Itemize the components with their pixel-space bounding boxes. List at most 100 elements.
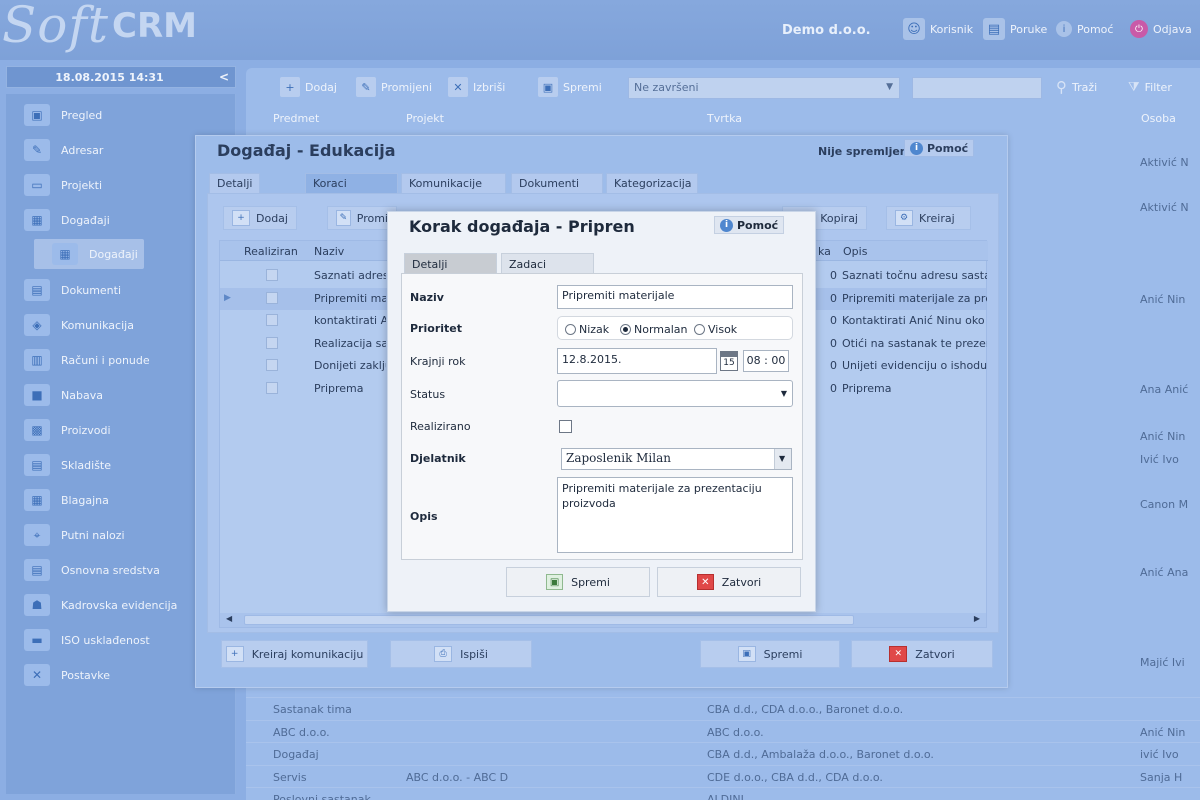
tab-step-detalji[interactable]: Detalji [404, 253, 497, 274]
messages-icon: ▤ [983, 18, 1005, 40]
tab-komunikacije[interactable]: Komunikacije [401, 173, 506, 193]
sidebar-item-4[interactable]: ▦ Događaji [34, 239, 144, 269]
add-button-label: Dodaj [305, 80, 337, 94]
status-filter-select[interactable]: Ne završeni ▼ [628, 77, 900, 99]
scroll-left-icon[interactable]: ◀ [226, 614, 232, 623]
realiziran-checkbox[interactable] [266, 269, 278, 281]
events-table-header: Predmet Projekt Tvrtka Osoba [246, 108, 1200, 128]
tab-detalji[interactable]: Detalji [209, 173, 261, 193]
sidebar-item-label: Adresar [61, 143, 104, 157]
step-close-button[interactable]: ✕ Zatvori [657, 567, 801, 597]
sidebar-item-icon: ▦ [24, 489, 50, 511]
help-button-label: Pomoć [1077, 22, 1114, 36]
cell-naziv: Pripremiti mat [314, 291, 386, 305]
naziv-label: Naziv [410, 291, 444, 304]
scrollbar-thumb[interactable] [244, 615, 854, 625]
datetime-bar: 18.08.2015 14:31 < [6, 66, 236, 88]
realiziran-checkbox[interactable] [266, 291, 278, 304]
realiziran-checkbox[interactable] [266, 336, 278, 349]
krajnji-rok-label: Krajnji rok [410, 355, 466, 368]
sidebar-item-0[interactable]: ▣ Pregled [6, 100, 236, 130]
table-row[interactable]: Servis ABC d.o.o. - ABC D CDE d.o.o., CBA … [246, 764, 1200, 787]
create-communication-label: Kreiraj komunikaciju [251, 647, 364, 661]
user-button[interactable]: ☺ Korisnik [903, 14, 973, 44]
realiziran-checkbox[interactable] [266, 381, 278, 394]
sidebar-item-label: Događaji [89, 247, 138, 261]
event-dialog-title: Događaj - Edukacija [217, 141, 396, 160]
naziv-input[interactable]: Pripremiti materijale [557, 285, 793, 309]
close-icon: ✕ [889, 646, 908, 662]
deadline-time-input[interactable]: 08 : 00 [743, 350, 789, 372]
column-naziv[interactable]: Naziv [314, 245, 344, 258]
osoba-cell: Ana Anić [1140, 383, 1189, 396]
scroll-right-icon[interactable]: ▶ [974, 614, 980, 623]
column-ka[interactable]: ka [818, 245, 831, 258]
printer-icon: ⎙ [434, 646, 453, 662]
add-button[interactable]: + Dodaj [280, 76, 337, 98]
create-communication-button[interactable]: + Kreiraj komunikaciju [221, 640, 368, 668]
tab-koraci[interactable]: Koraci [305, 173, 398, 193]
sidebar-item-label: Skladište [61, 458, 111, 472]
event-help-button[interactable]: i Pomoć [904, 139, 975, 157]
realiziran-checkbox[interactable] [266, 359, 278, 371]
print-label: Ispiši [460, 647, 488, 661]
employee-select[interactable]: Zaposlenik Milan [561, 448, 792, 470]
status-select[interactable]: ▼ [557, 380, 793, 407]
column-projekt[interactable]: Projekt [406, 112, 444, 125]
delete-button[interactable]: ✕ Izbriši [448, 76, 505, 98]
table-row[interactable]: Sastanak tima CBA d.d., CDA d.o.o., Baron… [246, 697, 1200, 719]
event-close-button[interactable]: ✕ Zatvori [851, 640, 993, 668]
column-realiziran[interactable]: Realiziran [244, 245, 298, 258]
tab-step-zadaci[interactable]: Zadaci [501, 253, 594, 274]
print-button[interactable]: ⎙ Ispiši [390, 640, 532, 668]
calendar-icon[interactable]: 15 [720, 351, 738, 371]
filter-button[interactable]: ⧩ Filter [1128, 76, 1172, 98]
cell-num: 0 [830, 359, 837, 372]
djelatnik-label: Djelatnik [410, 452, 466, 465]
add-icon: + [232, 210, 250, 226]
cell-predmet: Servis [273, 770, 307, 784]
table-row[interactable]: Događaj CBA d.d., Ambalaža d.o.o., Barone… [246, 742, 1200, 764]
event-close-label: Zatvori [915, 647, 955, 661]
priority-visok-radio[interactable]: Visok [694, 323, 737, 336]
logout-button[interactable]: ⏻ Odjava [1130, 14, 1192, 44]
step-save-button[interactable]: ▣ Spremi [506, 567, 650, 597]
osoba-cell: Anić Nin [1140, 293, 1186, 306]
step-save-label: Spremi [571, 575, 610, 589]
cell-predmet: Poslovni sastanak [273, 793, 371, 800]
table-row[interactable]: Poslovni sastanak ALDINI [246, 787, 1200, 800]
osoba-cell: Anić Ana [1140, 566, 1189, 579]
save-button[interactable]: ▣ Spremi [538, 76, 602, 98]
opis-textarea[interactable]: Pripremiti materijale za prezentaciju pr… [557, 477, 793, 553]
table-row[interactable]: ABC d.o.o. ABC d.o.o. Anić Nin [246, 719, 1200, 742]
event-save-button[interactable]: ▣ Spremi [700, 640, 840, 668]
column-osoba[interactable]: Osoba [1141, 112, 1176, 125]
edit-button[interactable]: ✎ Promijeni [356, 76, 432, 98]
cell-num: 0 [830, 336, 837, 350]
search-icon: ⚲ [1056, 78, 1067, 96]
collapse-sidebar-icon[interactable]: < [219, 70, 229, 84]
priority-normalan-radio[interactable]: Normalan [620, 323, 688, 336]
step-help-button[interactable]: i Pomoć [714, 216, 785, 234]
realizirano-checkbox[interactable] [559, 420, 572, 433]
cell-osoba: ivić Ivo [1140, 748, 1179, 761]
cell-opis: Otići na sastanak te prezen [842, 336, 987, 350]
search-button[interactable]: ⚲ Traži [1056, 76, 1097, 98]
deadline-date-input[interactable]: 12.8.2015. [557, 348, 717, 374]
create-step-button[interactable]: ⚙ Kreiraj [886, 206, 971, 230]
column-predmet[interactable]: Predmet [273, 112, 319, 125]
column-opis[interactable]: Opis [843, 245, 867, 258]
column-tvrtka[interactable]: Tvrtka [707, 112, 742, 125]
search-input[interactable] [912, 77, 1042, 99]
priority-nizak-radio[interactable]: Nizak [565, 323, 609, 336]
horizontal-scrollbar[interactable]: ◀ ▶ [220, 613, 986, 627]
add-step-button[interactable]: + Dodaj [223, 206, 297, 230]
realiziran-checkbox[interactable] [266, 314, 278, 326]
tab-kategorizacija[interactable]: Kategorizacija [606, 173, 698, 193]
prioritet-label: Prioritet [410, 322, 462, 335]
help-button[interactable]: i Pomoć [1056, 14, 1113, 44]
tab-dokumenti[interactable]: Dokumenti [511, 173, 603, 193]
radio-circle-selected [620, 324, 631, 335]
realizirano-label: Realizirano [410, 420, 471, 433]
messages-button[interactable]: ▤ Poruke [983, 14, 1047, 44]
